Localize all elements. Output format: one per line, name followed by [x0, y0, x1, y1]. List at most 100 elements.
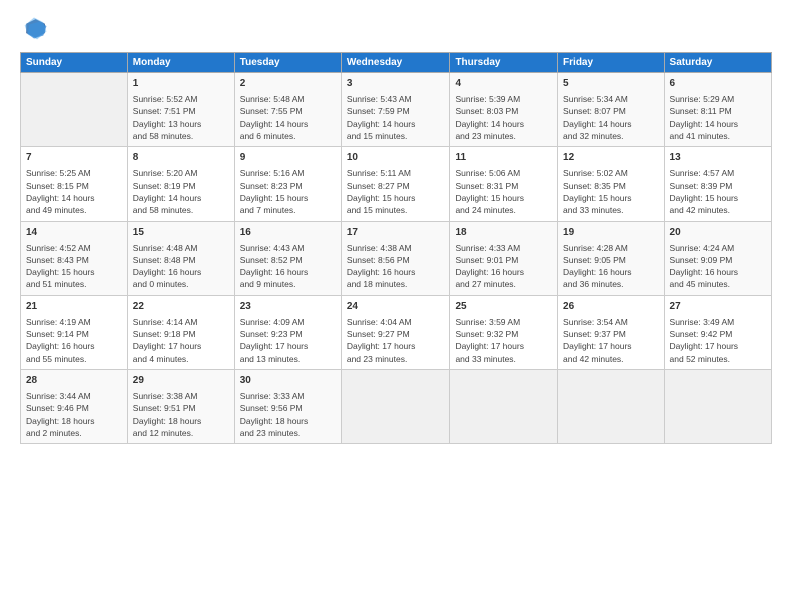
day-cell: 15 Sunrise: 4:48 AM Sunset: 8:48 PM Dayli…: [127, 221, 234, 295]
day-info: Sunrise: 3:59 AM Sunset: 9:32 PM Dayligh…: [455, 316, 552, 365]
col-header-thursday: Thursday: [450, 53, 558, 73]
week-row-4: 21 Sunrise: 4:19 AM Sunset: 9:14 PM Dayli…: [21, 295, 772, 369]
day-cell: 5 Sunrise: 5:34 AM Sunset: 8:07 PM Daylig…: [558, 73, 664, 147]
day-number: 5: [563, 77, 658, 91]
day-cell: [21, 73, 128, 147]
header-row: SundayMondayTuesdayWednesdayThursdayFrid…: [21, 53, 772, 73]
day-number: 24: [347, 300, 445, 314]
day-cell: 10 Sunrise: 5:11 AM Sunset: 8:27 PM Dayli…: [341, 147, 450, 221]
day-number: 4: [455, 77, 552, 91]
day-info: Sunrise: 4:28 AM Sunset: 9:05 PM Dayligh…: [563, 242, 658, 291]
logo-icon: [20, 16, 48, 44]
day-info: Sunrise: 3:49 AM Sunset: 9:42 PM Dayligh…: [670, 316, 766, 365]
day-cell: 1 Sunrise: 5:52 AM Sunset: 7:51 PM Daylig…: [127, 73, 234, 147]
col-header-friday: Friday: [558, 53, 664, 73]
day-cell: [664, 370, 771, 444]
col-header-tuesday: Tuesday: [234, 53, 341, 73]
day-number: 8: [133, 151, 229, 165]
day-info: Sunrise: 4:38 AM Sunset: 8:56 PM Dayligh…: [347, 242, 445, 291]
day-cell: 12Sunrise: 5:02 AM Sunset: 8:35 PM Dayli…: [558, 147, 664, 221]
day-cell: 9Sunrise: 5:16 AM Sunset: 8:23 PM Daylig…: [234, 147, 341, 221]
day-number: 7: [26, 151, 122, 165]
day-number: 30: [240, 374, 336, 388]
calendar-table: SundayMondayTuesdayWednesdayThursdayFrid…: [20, 52, 772, 444]
day-cell: 25 Sunrise: 3:59 AM Sunset: 9:32 PM Dayli…: [450, 295, 558, 369]
day-number: 11: [455, 151, 552, 165]
day-cell: 3 Sunrise: 5:43 AM Sunset: 7:59 PM Daylig…: [341, 73, 450, 147]
day-info: Sunrise: 4:14 AM Sunset: 9:18 PM Dayligh…: [133, 316, 229, 365]
day-number: 13: [670, 151, 766, 165]
day-number: 25: [455, 300, 552, 314]
day-number: 29: [133, 374, 229, 388]
day-number: 2: [240, 77, 336, 91]
col-header-monday: Monday: [127, 53, 234, 73]
day-info: Sunrise: 4:24 AM Sunset: 9:09 PM Dayligh…: [670, 242, 766, 291]
day-number: 23: [240, 300, 336, 314]
day-cell: 23Sunrise: 4:09 AM Sunset: 9:23 PM Dayli…: [234, 295, 341, 369]
day-number: 1: [133, 77, 229, 91]
day-info: Sunrise: 4:57 AM Sunset: 8:39 PM Dayligh…: [670, 167, 766, 216]
day-number: 18: [455, 226, 552, 240]
header: [20, 16, 772, 44]
day-number: 15: [133, 226, 229, 240]
day-info: Sunrise: 5:25 AM Sunset: 8:15 PM Dayligh…: [26, 167, 122, 216]
week-row-5: 28 Sunrise: 3:44 AM Sunset: 9:46 PM Dayli…: [21, 370, 772, 444]
page: SundayMondayTuesdayWednesdayThursdayFrid…: [0, 0, 792, 612]
day-number: 9: [240, 151, 336, 165]
day-cell: 14 Sunrise: 4:52 AM Sunset: 8:43 PM Dayli…: [21, 221, 128, 295]
day-info: Sunrise: 4:19 AM Sunset: 9:14 PM Dayligh…: [26, 316, 122, 365]
day-cell: 19 Sunrise: 4:28 AM Sunset: 9:05 PM Dayli…: [558, 221, 664, 295]
logo: [20, 16, 52, 44]
day-number: 22: [133, 300, 229, 314]
day-number: 19: [563, 226, 658, 240]
day-info: Sunrise: 4:48 AM Sunset: 8:48 PM Dayligh…: [133, 242, 229, 291]
day-number: 27: [670, 300, 766, 314]
day-cell: 8 Sunrise: 5:20 AM Sunset: 8:19 PM Daylig…: [127, 147, 234, 221]
day-info: Sunrise: 4:52 AM Sunset: 8:43 PM Dayligh…: [26, 242, 122, 291]
day-info: Sunrise: 5:02 AM Sunset: 8:35 PM Dayligh…: [563, 167, 658, 216]
day-info: Sunrise: 3:44 AM Sunset: 9:46 PM Dayligh…: [26, 390, 122, 439]
day-number: 17: [347, 226, 445, 240]
day-cell: 6 Sunrise: 5:29 AM Sunset: 8:11 PM Daylig…: [664, 73, 771, 147]
day-info: Sunrise: 5:11 AM Sunset: 8:27 PM Dayligh…: [347, 167, 445, 216]
day-info: Sunrise: 5:52 AM Sunset: 7:51 PM Dayligh…: [133, 93, 229, 142]
day-info: Sunrise: 4:04 AM Sunset: 9:27 PM Dayligh…: [347, 316, 445, 365]
day-info: Sunrise: 4:43 AM Sunset: 8:52 PM Dayligh…: [240, 242, 336, 291]
week-row-2: 7 Sunrise: 5:25 AM Sunset: 8:15 PM Daylig…: [21, 147, 772, 221]
day-cell: 26 Sunrise: 3:54 AM Sunset: 9:37 PM Dayli…: [558, 295, 664, 369]
day-cell: 30 Sunrise: 3:33 AM Sunset: 9:56 PM Dayli…: [234, 370, 341, 444]
day-cell: 24 Sunrise: 4:04 AM Sunset: 9:27 PM Dayli…: [341, 295, 450, 369]
day-cell: 7 Sunrise: 5:25 AM Sunset: 8:15 PM Daylig…: [21, 147, 128, 221]
day-cell: [558, 370, 664, 444]
day-info: Sunrise: 3:54 AM Sunset: 9:37 PM Dayligh…: [563, 316, 658, 365]
day-info: Sunrise: 5:20 AM Sunset: 8:19 PM Dayligh…: [133, 167, 229, 216]
day-cell: 2 Sunrise: 5:48 AM Sunset: 7:55 PM Daylig…: [234, 73, 341, 147]
day-cell: 13 Sunrise: 4:57 AM Sunset: 8:39 PM Dayli…: [664, 147, 771, 221]
day-number: 20: [670, 226, 766, 240]
day-cell: 27 Sunrise: 3:49 AM Sunset: 9:42 PM Dayli…: [664, 295, 771, 369]
day-info: Sunrise: 5:29 AM Sunset: 8:11 PM Dayligh…: [670, 93, 766, 142]
day-cell: 18Sunrise: 4:33 AM Sunset: 9:01 PM Dayli…: [450, 221, 558, 295]
day-number: 14: [26, 226, 122, 240]
col-header-wednesday: Wednesday: [341, 53, 450, 73]
col-header-sunday: Sunday: [21, 53, 128, 73]
day-cell: 21 Sunrise: 4:19 AM Sunset: 9:14 PM Dayli…: [21, 295, 128, 369]
day-info: Sunrise: 5:34 AM Sunset: 8:07 PM Dayligh…: [563, 93, 658, 142]
day-info: Sunrise: 5:43 AM Sunset: 7:59 PM Dayligh…: [347, 93, 445, 142]
day-cell: 17 Sunrise: 4:38 AM Sunset: 8:56 PM Dayli…: [341, 221, 450, 295]
week-row-1: 1 Sunrise: 5:52 AM Sunset: 7:51 PM Daylig…: [21, 73, 772, 147]
day-number: 26: [563, 300, 658, 314]
day-number: 10: [347, 151, 445, 165]
day-number: 21: [26, 300, 122, 314]
day-cell: [341, 370, 450, 444]
day-info: Sunrise: 5:48 AM Sunset: 7:55 PM Dayligh…: [240, 93, 336, 142]
day-number: 28: [26, 374, 122, 388]
day-number: 6: [670, 77, 766, 91]
day-cell: 28 Sunrise: 3:44 AM Sunset: 9:46 PM Dayli…: [21, 370, 128, 444]
day-cell: 20 Sunrise: 4:24 AM Sunset: 9:09 PM Dayli…: [664, 221, 771, 295]
day-number: 16: [240, 226, 336, 240]
day-info: Sunrise: 3:33 AM Sunset: 9:56 PM Dayligh…: [240, 390, 336, 439]
day-info: Sunrise: 3:38 AM Sunset: 9:51 PM Dayligh…: [133, 390, 229, 439]
day-cell: 11Sunrise: 5:06 AM Sunset: 8:31 PM Dayli…: [450, 147, 558, 221]
day-number: 3: [347, 77, 445, 91]
